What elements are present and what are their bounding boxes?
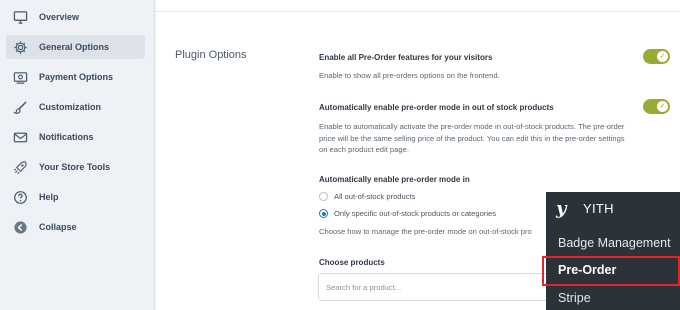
option-title: Automatically enable pre-order mode in: [319, 175, 470, 184]
yith-logo-letter: y: [555, 198, 568, 218]
auto-preorder-toggle[interactable]: ✓: [643, 99, 670, 114]
sidebar-item-overview[interactable]: Overview: [6, 5, 145, 29]
radio-all-products[interactable]: All out-of-stock products: [319, 192, 415, 201]
sidebar-item-label: Overview: [39, 12, 80, 22]
sidebar-item-label: General Options: [39, 42, 110, 52]
pre-order-highlight: [542, 256, 680, 286]
sidebar-item-help[interactable]: Help: [6, 185, 145, 209]
sidebar-item-collapse[interactable]: Collapse: [6, 215, 145, 239]
toggle-knob: ✓: [657, 51, 668, 62]
divider: [156, 11, 680, 12]
yith-menu-header[interactable]: y YITH: [546, 192, 680, 224]
collapse-arrow-icon: [12, 219, 28, 235]
option-description: Enable to show all pre-orders options on…: [319, 71, 500, 80]
radio-label: Only specific out-of-stock products or c…: [334, 209, 497, 218]
menu-item-stripe[interactable]: Stripe: [546, 291, 680, 305]
sidebar-item-label: Payment Options: [39, 72, 114, 82]
sidebar-item-payment-options[interactable]: Payment Options: [6, 65, 145, 89]
radio-button[interactable]: [319, 209, 328, 218]
section-title: Plugin Options: [175, 49, 247, 61]
sidebar-item-label: Help: [39, 192, 59, 202]
sidebar-item-notifications[interactable]: Notifications: [6, 125, 145, 149]
sidebar-item-label: Customization: [39, 102, 101, 112]
gear-icon: [12, 39, 28, 55]
sidebar-item-your-store-tools[interactable]: Your Store Tools: [6, 155, 145, 179]
help-icon: [12, 189, 28, 205]
sidebar-item-general-options[interactable]: General Options: [6, 35, 145, 59]
wp-admin-submenu: y YITH Badge Management Pre-Order Stripe: [546, 192, 680, 310]
option-title: Choose products: [319, 258, 385, 267]
settings-sidebar: Overview General Options Payment Options…: [0, 0, 155, 310]
sidebar-item-label: Collapse: [39, 222, 77, 232]
envelope-icon: [12, 129, 28, 145]
option-title: Automatically enable pre-order mode in o…: [319, 103, 554, 112]
radio-button[interactable]: [319, 192, 328, 201]
sidebar-item-customization[interactable]: Customization: [6, 95, 145, 119]
sidebar-item-label: Your Store Tools: [39, 162, 111, 172]
sidebar-item-label: Notifications: [39, 132, 94, 142]
yith-menu-label: YITH: [583, 200, 614, 216]
option-description: Enable to automatically activate the pre…: [319, 122, 625, 154]
radio-label: All out-of-stock products: [334, 192, 416, 201]
rocket-icon: [12, 159, 28, 175]
enable-features-toggle[interactable]: ✓: [643, 49, 670, 64]
monitor-icon: [12, 9, 28, 25]
yith-logo-icon: y: [555, 198, 571, 218]
payment-icon: [12, 69, 28, 85]
radio-specific-products[interactable]: Only specific out-of-stock products or c…: [319, 209, 496, 218]
check-icon: ✓: [659, 53, 666, 60]
check-icon: ✓: [659, 103, 666, 110]
option-title: Enable all Pre-Order features for your v…: [319, 53, 493, 62]
brush-icon: [12, 99, 28, 115]
toggle-knob: ✓: [657, 101, 668, 112]
menu-item-badge-management[interactable]: Badge Management: [546, 236, 680, 250]
